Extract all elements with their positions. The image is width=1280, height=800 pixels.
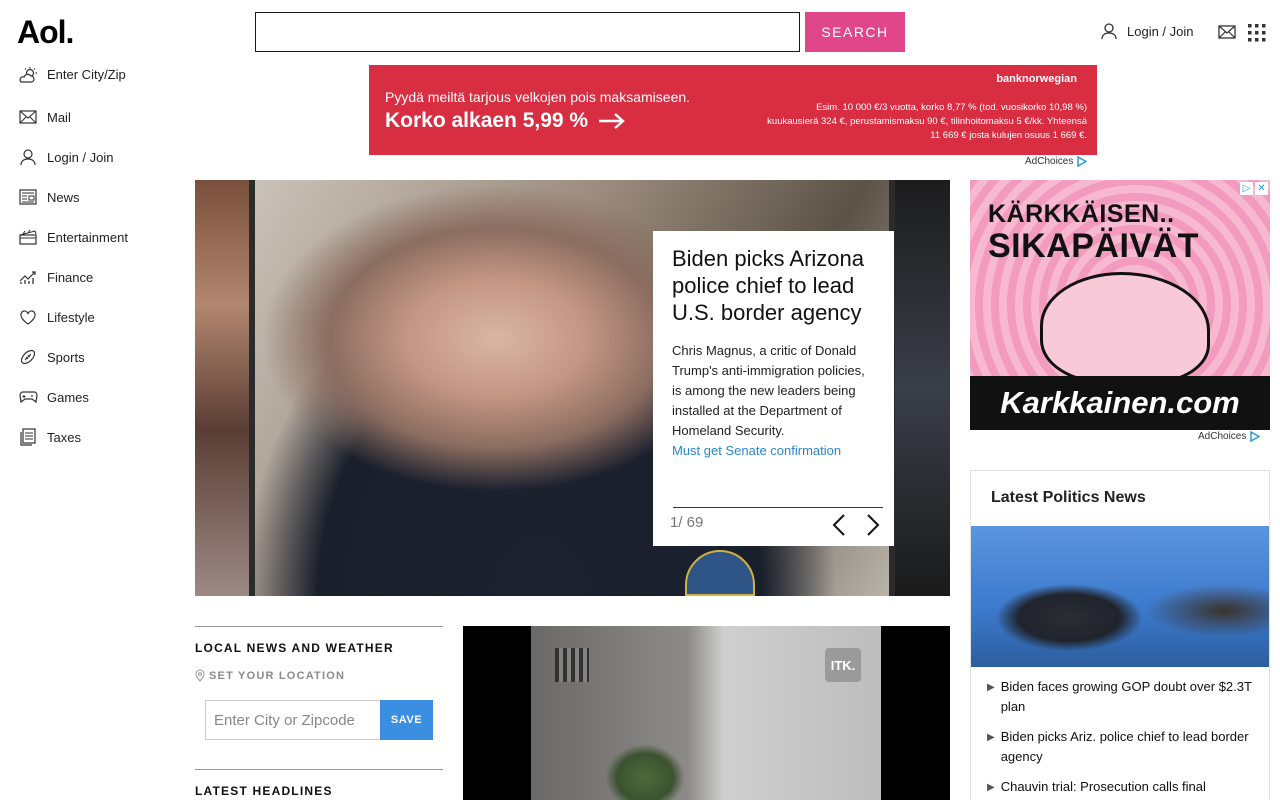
headline-text: Biden faces growing GOP doubt over $2.3T… [1000,679,1252,714]
video-watermark: ITK. [825,648,861,682]
headline-text: Biden picks Ariz. police chief to lead b… [1000,729,1249,764]
chart-icon [18,267,38,287]
mail-icon[interactable] [1218,25,1236,39]
user-icon [18,147,38,167]
close-icon[interactable]: ✕ [1255,182,1268,195]
zipcode-input[interactable] [205,700,380,740]
headline-text: Chauvin trial: Prosecution calls final [1000,779,1206,794]
chevron-right-icon[interactable] [865,513,881,537]
arrow-right-icon [599,113,625,129]
hero-description: Chris Magnus, a critic of Donald Trump's… [672,343,865,438]
top-banner-ad[interactable]: banknorwegian Pyydä meiltä tarjous velko… [369,65,1097,155]
hero-divider [673,507,883,508]
sidebar-item-label: Login / Join [47,149,114,165]
adchoices-label: AdChoices [1198,431,1247,442]
location-pin-icon [195,669,205,682]
plant-image [605,744,685,800]
sidebar-item-label: Lifestyle [47,309,95,325]
sidebar-item-mail[interactable]: Mail [18,97,178,137]
triangle-right-icon: ▶ [987,682,995,693]
hero-card: Biden picks Arizona police chief to lead… [653,231,894,546]
police-badge-patch [685,550,755,596]
weather-icon [18,65,38,85]
politics-image[interactable] [971,526,1269,667]
list-item[interactable]: ▶ Chauvin trial: Prosecution calls final [987,777,1257,798]
clapperboard-icon [18,227,38,247]
user-icon [1101,23,1117,40]
sidebar-item-sports[interactable]: Sports [18,337,178,377]
politics-title[interactable]: Latest Politics News [991,489,1146,507]
set-location-link[interactable]: SET YOUR LOCATION [195,669,443,682]
ad-offer-text: Korko alkaen 5,99 % [385,109,589,132]
list-item[interactable]: ▶ Biden faces growing GOP doubt over $2.… [987,677,1257,717]
adchoices-icon [1250,431,1261,442]
news-icon [18,187,38,207]
search-button[interactable]: SEARCH [805,12,905,52]
sidebar-item-label: Taxes [47,429,81,445]
local-news-title: LOCAL NEWS AND WEATHER [195,641,394,655]
set-location-label: SET YOUR LOCATION [209,669,346,682]
zip-form: SAVE [205,700,433,740]
next-slide-image[interactable] [895,180,950,596]
adchoices-icon [1077,156,1088,167]
gamepad-icon [18,387,38,407]
chevron-left-icon[interactable] [831,513,847,537]
sidebar-item-label: Entertainment [47,229,128,245]
previous-slide-image[interactable] [195,180,249,596]
sidebar-item-label: Mail [47,109,71,125]
sidebar-item-weather[interactable]: Enter City/Zip [18,62,178,87]
football-icon [18,347,38,367]
ad-site-name: Karkkainen.com [970,376,1270,430]
search-input[interactable] [255,12,800,52]
apps-grid-icon[interactable] [1248,24,1266,42]
sidebar-item-label: Enter City/Zip [47,67,126,82]
adchoices-link[interactable]: AdChoices [1025,156,1088,167]
adchoices-label: AdChoices [1025,156,1074,167]
sidebar-item-label: News [47,189,80,205]
pig-illustration [1040,272,1210,384]
adchoices-link[interactable]: AdChoices [1198,431,1261,442]
sidebar-item-games[interactable]: Games [18,377,178,417]
qr-code-icon [555,648,589,682]
sidebar-item-login[interactable]: Login / Join [18,137,178,177]
documents-icon [18,427,38,447]
aol-logo[interactable]: Aol. [17,14,74,51]
adchoices-icon[interactable]: ▷ [1240,182,1253,195]
ad-brand-logo: banknorwegian [996,73,1077,85]
triangle-right-icon: ▶ [987,732,995,743]
save-location-button[interactable]: SAVE [380,700,433,740]
header-login-label: Login / Join [1127,23,1194,39]
sidebar-item-label: Sports [47,349,85,365]
politics-news-module: Latest Politics News ▶ Biden faces growi… [970,470,1270,800]
ad-line-1: KÄRKKÄISEN.. [988,200,1175,228]
sidebar-item-taxes[interactable]: Taxes [18,417,178,457]
ad-fine-print: Esim. 10 000 €/3 vuotta, korko 8,77 % (t… [767,102,1087,141]
sidebar-item-lifestyle[interactable]: Lifestyle [18,297,178,337]
hero-slide-counter: 1/ 69 [670,514,704,531]
politics-list: ▶ Biden faces growing GOP doubt over $2.… [987,677,1257,800]
heart-icon [18,307,38,327]
sidebar-item-label: Finance [47,269,94,285]
triangle-right-icon: ▶ [987,782,995,793]
hero-related-link[interactable]: Must get Senate confirmation [672,441,875,461]
sidebar-item-news[interactable]: News [18,177,178,217]
ad-close-controls[interactable]: ▷ ✕ [1240,182,1268,195]
ad-headline: KÄRKKÄISEN.. SIKAPÄIVÄT [988,200,1199,264]
sidebar-item-label: Games [47,389,89,405]
hero-title[interactable]: Biden picks Arizona police chief to lead… [672,245,875,326]
latest-headlines-title: LATEST HEADLINES [195,769,443,798]
ad-line-2: SIKAPÄIVÄT [988,227,1199,265]
list-item[interactable]: ▶ Biden picks Ariz. police chief to lead… [987,727,1257,767]
ad-offer: Korko alkaen 5,99 % [385,109,626,133]
side-banner-ad[interactable]: KÄRKKÄISEN.. SIKAPÄIVÄT Karkkainen.com ▷… [970,180,1270,430]
local-news-widget: LOCAL NEWS AND WEATHER SET YOUR LOCATION… [195,626,443,746]
header-login-link[interactable]: Login / Join [1100,22,1194,40]
sidebar-nav: Enter City/Zip Mail Login / Join News En… [18,62,178,457]
sidebar-item-finance[interactable]: Finance [18,257,178,297]
mail-icon [18,107,38,127]
sidebar-item-entertainment[interactable]: Entertainment [18,217,178,257]
video-player[interactable]: ITK. [463,626,950,800]
ad-headline: Pyydä meiltä tarjous velkojen pois maksa… [385,89,691,105]
